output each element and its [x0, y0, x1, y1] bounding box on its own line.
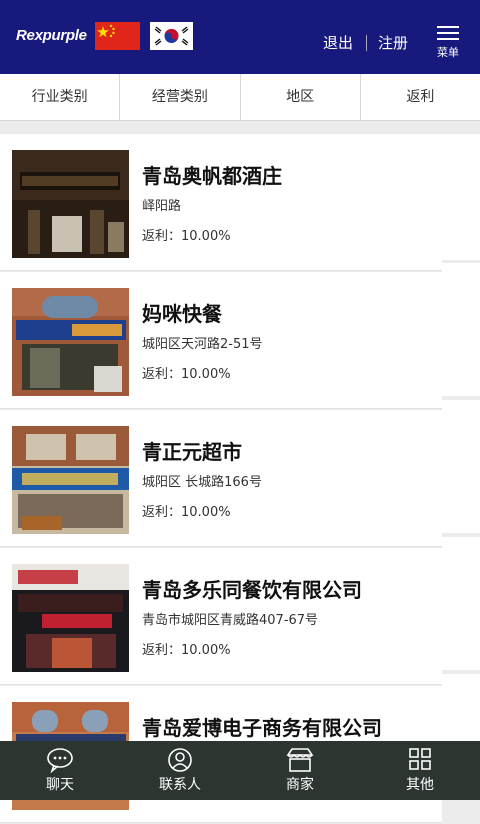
header-divider	[366, 35, 367, 51]
contact-person-icon	[167, 747, 193, 777]
nav-chat-label: 聊天	[46, 777, 74, 793]
merchant-photo	[12, 426, 129, 534]
korea-flag-icon[interactable]	[150, 22, 193, 50]
nav-other[interactable]: 其他	[360, 741, 480, 800]
grid-icon	[408, 747, 432, 775]
merchant-address: 峄阳路	[142, 199, 182, 214]
bottom-nav: 聊天 联系人 商家 其他	[0, 741, 480, 800]
merchant-name: 青岛奥帆都酒庄	[142, 164, 282, 188]
merchant-card[interactable]: 青岛多乐同餐饮有限公司 青岛市城阳区青威路407-67号 返利：10.00%	[0, 548, 442, 685]
filter-bar: 行业类别 经营类别 地区 返利	[0, 74, 480, 121]
merchant-name: 青正元超市	[142, 440, 242, 464]
app-header: Rexpurple 退出 注册 菜单	[0, 0, 480, 74]
logout-link[interactable]: 退出	[323, 32, 353, 53]
nav-other-label: 其他	[406, 777, 434, 793]
merchant-name: 青岛爱博电子商务有限公司	[142, 716, 382, 740]
merchant-address: 青岛市城阳区青威路407-67号	[142, 613, 319, 628]
merchant-list: 青岛奥帆都酒庄 峄阳路 返利：10.00% 妈咪快餐 城阳区天河路2-51号 返…	[0, 134, 480, 824]
rexpurple-logo[interactable]: Rexpurple	[16, 27, 87, 44]
merchant-card[interactable]: 妈咪快餐 城阳区天河路2-51号 返利：10.00%	[0, 272, 442, 409]
merchant-card[interactable]: 青正元超市 城阳区 长城路166号 返利：10.00%	[0, 410, 442, 547]
filter-rebate[interactable]: 返利	[361, 74, 480, 120]
merchant-photo	[12, 288, 129, 396]
merchant-name: 妈咪快餐	[142, 302, 222, 326]
merchant-address: 城阳区天河路2-51号	[142, 337, 263, 352]
filter-industry[interactable]: 行业类别	[0, 74, 121, 120]
chat-bubble-icon	[46, 747, 74, 777]
nav-contacts-label: 联系人	[159, 777, 201, 793]
nav-merchants-label: 商家	[286, 777, 314, 793]
merchant-photo	[12, 150, 129, 258]
nav-merchants[interactable]: 商家	[240, 741, 360, 800]
merchant-rebate: 返利：10.00%	[142, 505, 231, 520]
shop-icon	[285, 747, 315, 777]
nav-chat[interactable]: 聊天	[0, 741, 120, 800]
filter-business-type[interactable]: 经营类别	[120, 74, 241, 120]
merchant-photo	[12, 564, 129, 672]
merchant-card[interactable]: 青岛奥帆都酒庄 峄阳路 返利：10.00%	[0, 134, 442, 271]
merchant-rebate: 返利：10.00%	[142, 643, 231, 658]
merchant-name: 青岛多乐同餐饮有限公司	[142, 578, 362, 602]
menu-button[interactable]: 菜单	[432, 24, 464, 60]
merchant-address: 城阳区 长城路166号	[142, 475, 262, 490]
china-flag-icon[interactable]	[95, 22, 140, 50]
filter-region[interactable]: 地区	[241, 74, 361, 120]
merchant-rebate: 返利：10.00%	[142, 229, 231, 244]
merchant-rebate: 返利：10.00%	[142, 367, 231, 382]
register-link[interactable]: 注册	[378, 32, 408, 53]
hamburger-icon	[437, 26, 459, 28]
nav-contacts[interactable]: 联系人	[120, 741, 240, 800]
menu-label: 菜单	[437, 46, 459, 59]
